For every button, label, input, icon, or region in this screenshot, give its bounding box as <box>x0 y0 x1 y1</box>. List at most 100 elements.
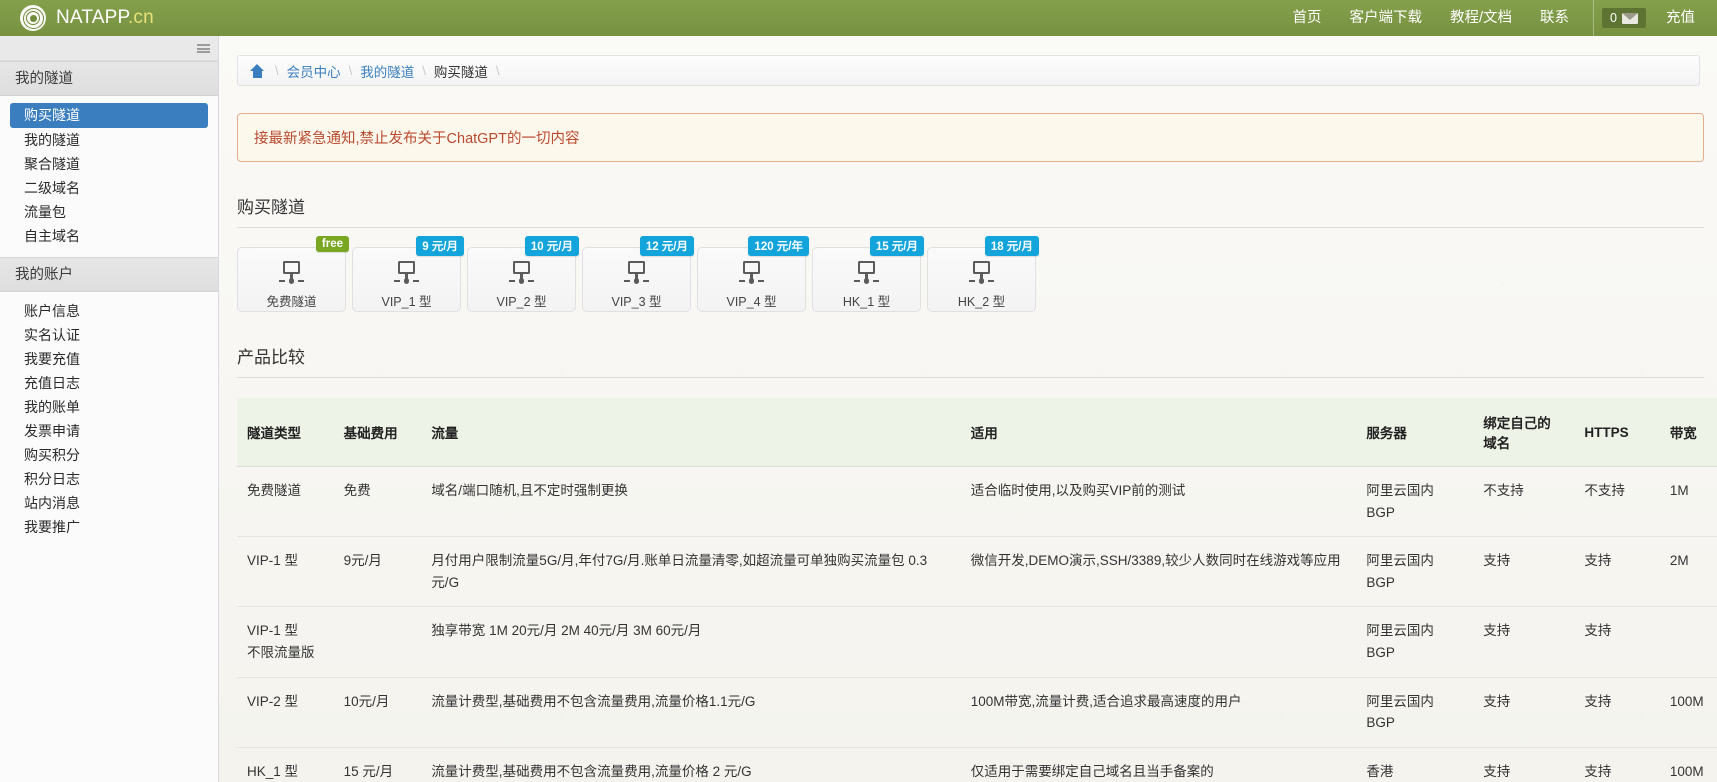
table-body: 免费隧道 免费 域名/端口随机,且不定时强制更换 适合临时使用,以及购买VIP前… <box>237 466 1717 782</box>
recharge-button[interactable]: 充值 <box>1652 0 1717 36</box>
sidebar-item-traffic-package[interactable]: 流量包 <box>10 200 208 224</box>
sidebar-item-aggregate-tunnel[interactable]: 聚合隧道 <box>10 152 208 176</box>
cell-server: 阿里云国内 BGP <box>1356 536 1474 608</box>
cell-bind-domain: 支持 <box>1473 677 1575 748</box>
sidebar-list-account: 账户信息 实名认证 我要充值 充值日志 我的账单 发票申请 购买积分 积分日志 … <box>0 292 218 548</box>
comparison-table-wrapper: 隧道类型 基础费用 流量 适用 服务器 绑定自己的 域名 HTTPS 带宽 ht… <box>237 398 1717 782</box>
topnav-item-docs[interactable]: 教程/文档 <box>1436 0 1526 36</box>
cell-https: 支持 <box>1574 606 1660 678</box>
col-header-bandwidth: 带宽 <box>1659 398 1717 467</box>
notice-alert: 接最新紧急通知,禁止发布关于ChatGPT的一切内容 <box>237 113 1704 162</box>
topnav-item-contact[interactable]: 联系 <box>1526 0 1583 36</box>
hamburger-icon[interactable] <box>197 44 210 53</box>
cell-bandwidth: 1M <box>1659 466 1717 538</box>
topnav-item-home[interactable]: 首页 <box>1279 0 1336 36</box>
col-header-server: 服务器 <box>1356 398 1474 467</box>
envelope-icon <box>1622 12 1638 24</box>
cell-bandwidth <box>1659 606 1717 678</box>
price-badge: 120 元/年 <box>748 236 809 256</box>
breadcrumb-separator: \ <box>348 63 353 78</box>
sidebar-item-recharge[interactable]: 我要充值 <box>10 347 208 371</box>
cell-server: 阿里云国内 BGP <box>1356 677 1474 748</box>
sidebar-item-subdomain[interactable]: 二级域名 <box>10 176 208 200</box>
price-badge: 9 元/月 <box>416 236 464 256</box>
monitor-network-icon <box>854 261 879 285</box>
cell-tunnel-type: VIP-1 型 不限流量版 <box>237 606 334 678</box>
cell-traffic: 月付用户限制流量5G/月,年付7G/月.账单日流量清零,如超流量可单独购买流量包… <box>421 536 961 608</box>
product-card-label: HK_1 型 <box>842 295 891 309</box>
sidebar-item-invoice-request[interactable]: 发票申请 <box>10 419 208 443</box>
cell-https: 不支持 <box>1574 466 1660 538</box>
product-card-label: VIP_4 型 <box>726 295 777 309</box>
cell-traffic: 独享带宽 1M 20元/月 2M 40元/月 3M 60元/月 <box>421 606 961 678</box>
brand-text: NATAPP.cn <box>56 7 154 29</box>
cell-bandwidth: 100M <box>1659 747 1717 782</box>
price-badge: 12 元/月 <box>639 236 694 256</box>
sidebar-group-title-tunnels: 我的隧道 <box>0 61 218 96</box>
sidebar-item-my-tunnel[interactable]: 我的隧道 <box>10 128 208 152</box>
cell-base-fee: 10元/月 <box>333 677 422 748</box>
home-icon[interactable] <box>250 63 265 78</box>
product-card-list: free 免费隧道 9 元/月 VIP_1 型 10 元/月 VIP_2 型 1… <box>237 236 1717 312</box>
product-card-vip3[interactable]: 12 元/月 VIP_3 型 <box>582 236 694 312</box>
product-card-vip4[interactable]: 120 元/年 VIP_4 型 <box>697 236 809 312</box>
cell-base-fee: 免费 <box>333 466 422 538</box>
col-header-https: HTTPS <box>1574 398 1660 467</box>
col-header-tunnel-type: 隧道类型 <box>237 398 334 467</box>
breadcrumb-item-my-tunnel[interactable]: 我的隧道 <box>360 61 414 81</box>
monitor-network-icon <box>624 261 649 285</box>
product-card-vip1[interactable]: 9 元/月 VIP_1 型 <box>352 236 464 312</box>
breadcrumb-item-member-center[interactable]: 会员中心 <box>287 61 341 81</box>
spiral-target-icon <box>20 5 46 31</box>
topnav-item-client-download[interactable]: 客户端下载 <box>1336 0 1437 36</box>
main-content: \ 会员中心 \ 我的隧道 \ 购买隧道 \ 接最新紧急通知,禁止发布关于Cha… <box>220 36 1717 782</box>
product-card-hk1[interactable]: 15 元/月 HK_1 型 <box>812 236 924 312</box>
product-card-label: VIP_1 型 <box>381 295 432 309</box>
sidebar-item-my-bills[interactable]: 我的账单 <box>10 395 208 419</box>
table-header: 隧道类型 基础费用 流量 适用 服务器 绑定自己的 域名 HTTPS 带宽 ht… <box>237 398 1717 467</box>
col-header-usage: 适用 <box>960 398 1357 467</box>
top-navigation: 首页 客户端下载 教程/文档 联系 0 充值 <box>1279 0 1717 36</box>
sidebar-item-account-info[interactable]: 账户信息 <box>10 299 208 323</box>
breadcrumb-separator: \ <box>422 63 426 78</box>
sidebar-item-promote[interactable]: 我要推广 <box>10 515 208 539</box>
price-badge: 15 元/月 <box>869 236 924 256</box>
message-badge[interactable]: 0 <box>1602 8 1646 28</box>
table-row: VIP-2 型 10元/月 流量计费型,基础费用不包含流量费用,流量价格1.1元… <box>237 677 1717 748</box>
monitor-network-icon <box>279 261 304 285</box>
cell-base-fee: 15 元/月 <box>333 747 422 782</box>
monitor-network-icon <box>969 261 994 285</box>
cell-base-fee <box>333 606 422 678</box>
cell-usage: 仅适用于需要绑定自己域名且当手备案的 <box>960 747 1357 782</box>
brand-logo[interactable]: NATAPP.cn <box>0 5 154 31</box>
sidebar-item-recharge-log[interactable]: 充值日志 <box>10 371 208 395</box>
breadcrumb: \ 会员中心 \ 我的隧道 \ 购买隧道 \ <box>237 55 1700 86</box>
sidebar-group-title-account: 我的账户 <box>0 257 218 292</box>
cell-server: 香港 <box>1356 747 1474 782</box>
cell-traffic: 流量计费型,基础费用不包含流量费用,流量价格1.1元/G <box>421 677 961 748</box>
sidebar-item-buy-points[interactable]: 购买积分 <box>10 443 208 467</box>
cell-tunnel-type: VIP-1 型 <box>237 536 334 608</box>
brand-tld: .cn <box>127 7 154 28</box>
product-card-hk2[interactable]: 18 元/月 HK_2 型 <box>927 236 1039 312</box>
product-card-label: VIP_2 型 <box>496 295 547 309</box>
sidebar-item-buy-tunnel[interactable]: 购买隧道 <box>10 103 208 128</box>
cell-usage: 适合临时使用,以及购买VIP前的测试 <box>960 466 1357 538</box>
sidebar-item-site-messages[interactable]: 站内消息 <box>10 491 208 515</box>
sidebar-item-custom-domain[interactable]: 自主域名 <box>10 224 208 248</box>
cell-base-fee: 9元/月 <box>333 536 422 608</box>
sidebar: 我的隧道 购买隧道 我的隧道 聚合隧道 二级域名 流量包 自主域名 我的账户 账… <box>0 36 219 782</box>
cell-https: 支持 <box>1574 536 1660 608</box>
cell-tunnel-type: VIP-2 型 <box>237 677 334 748</box>
price-badge: 10 元/月 <box>524 236 579 256</box>
product-card-free[interactable]: free 免费隧道 <box>237 236 349 312</box>
cell-https: 支持 <box>1574 677 1660 748</box>
breadcrumb-separator: \ <box>495 63 500 78</box>
table-header-row: 隧道类型 基础费用 流量 适用 服务器 绑定自己的 域名 HTTPS 带宽 ht… <box>237 398 1717 467</box>
product-card-vip2[interactable]: 10 元/月 VIP_2 型 <box>467 236 579 312</box>
sidebar-item-real-name-auth[interactable]: 实名认证 <box>10 323 208 347</box>
topnav-divider <box>1593 0 1595 36</box>
sidebar-item-points-log[interactable]: 积分日志 <box>10 467 208 491</box>
col-header-bind-domain: 绑定自己的 域名 <box>1473 398 1575 467</box>
table-row: VIP-1 型 不限流量版 独享带宽 1M 20元/月 2M 40元/月 3M … <box>237 606 1717 678</box>
